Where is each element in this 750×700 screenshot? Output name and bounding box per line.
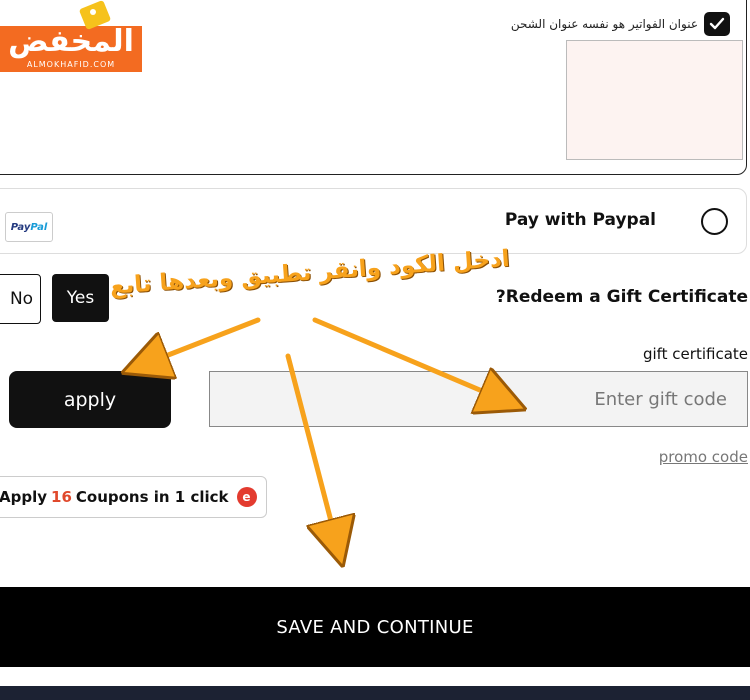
- gift-no-button[interactable]: No: [0, 274, 41, 324]
- address-preview-box: [566, 40, 743, 160]
- redeem-gift-heading: ?Redeem a Gift Certificate: [495, 287, 748, 307]
- gift-code-input[interactable]: [209, 371, 748, 427]
- paypal-label: Pay with Paypal: [504, 210, 656, 230]
- coupon-extension-icon: e: [236, 487, 257, 507]
- os-taskbar: [0, 686, 750, 700]
- paypal-logo-icon: Pay Pal: [5, 212, 53, 242]
- paypal-logo-part-a: Pay: [10, 221, 31, 233]
- paypal-radio[interactable]: [701, 208, 728, 235]
- save-and-continue-button[interactable]: SAVE AND CONTINUE: [0, 587, 750, 667]
- coupons-count: 16: [51, 488, 72, 506]
- logo-text: المخفض: [8, 24, 134, 59]
- gift-yes-button[interactable]: Yes: [52, 274, 109, 322]
- apply-button[interactable]: apply: [9, 371, 171, 428]
- coupons-suffix: Coupons in 1 click: [75, 488, 229, 506]
- logo-subtext: ALMOKHAFID.COM: [26, 60, 116, 69]
- check-icon: [709, 17, 725, 30]
- same-address-label: عنوان الفواتير هو نفسه عنوان الشحن: [510, 17, 698, 31]
- gift-certificate-label: gift certificate: [642, 345, 748, 363]
- coupons-prefix: Apply: [0, 488, 48, 506]
- same-address-option[interactable]: عنوان الفواتير هو نفسه عنوان الشحن: [511, 12, 730, 36]
- arrow-to-apply-icon: [140, 317, 261, 366]
- apply-coupons-button[interactable]: Apply 16 Coupons in 1 click e: [0, 476, 267, 518]
- promo-code-link[interactable]: promo code: [600, 448, 748, 466]
- paypal-logo-part-b: Pal: [30, 221, 48, 233]
- site-logo: المخفض ALMOKHAFID.COM: [0, 0, 142, 72]
- same-address-checkbox[interactable]: [704, 12, 730, 36]
- price-tag-hole: [90, 9, 96, 15]
